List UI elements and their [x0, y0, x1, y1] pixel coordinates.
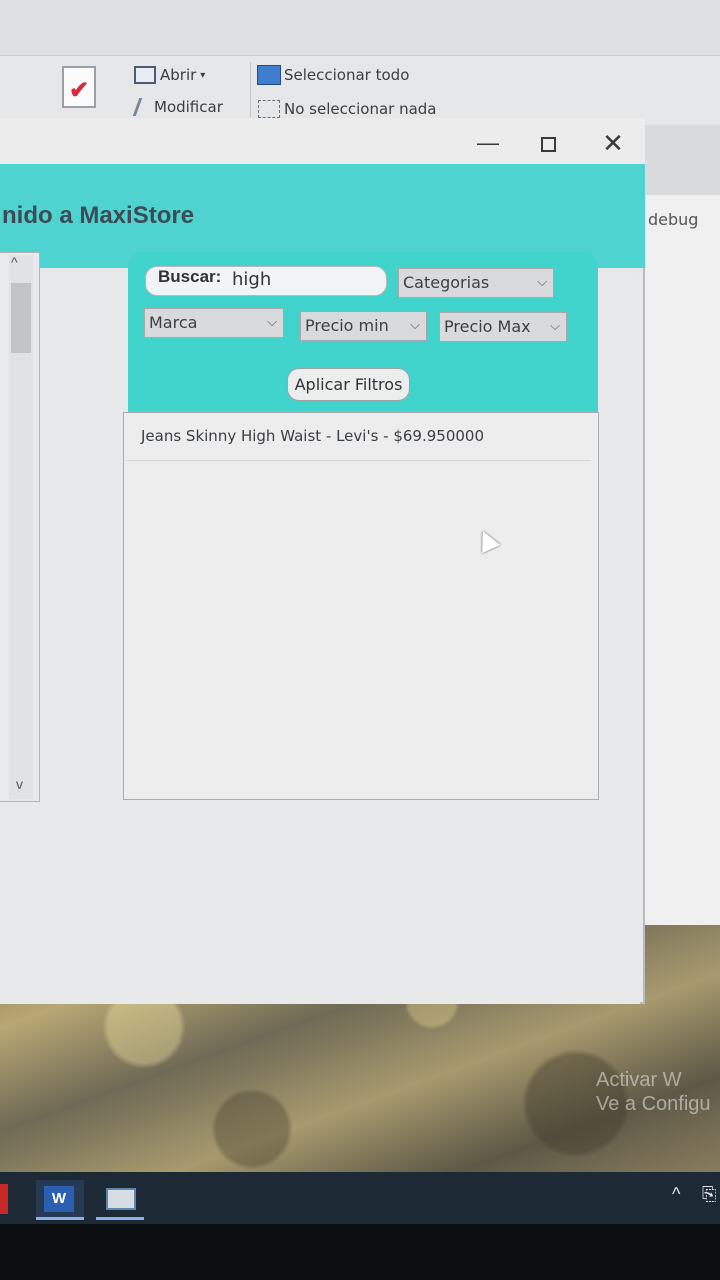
ribbon-top-strip [0, 0, 720, 56]
debug-folder-label[interactable]: debug [648, 210, 698, 229]
modify-button[interactable]: Modificar [132, 98, 223, 116]
price-max-select[interactable]: Precio Max ⌵ [439, 312, 567, 342]
select-none-button[interactable]: No seleccionar nada [258, 100, 437, 118]
show-hidden-icons-chevron-icon[interactable]: ^ [672, 1184, 680, 1205]
screen-bezel [0, 1224, 720, 1280]
results-list[interactable]: Jeans Skinny High Waist - Levi's - $69.9… [123, 412, 599, 800]
select-all-label: Seleccionar todo [284, 66, 410, 84]
edit-icon [132, 98, 154, 116]
open-label: Abrir [160, 66, 197, 84]
open-button[interactable]: Abrir ▾ [134, 66, 205, 84]
select-all-icon [257, 65, 281, 85]
select-none-icon [258, 100, 280, 118]
taskbar-app-icon[interactable] [0, 1184, 8, 1214]
chevron-down-icon: ⌵ [410, 318, 420, 333]
brand-select-value: Marca [149, 313, 198, 332]
word-icon: W [44, 1186, 74, 1212]
chevron-down-icon: ⌵ [267, 315, 277, 330]
window-app-icon [106, 1188, 136, 1210]
app-taskbar-button[interactable] [96, 1180, 144, 1220]
search-value[interactable]: high [232, 269, 271, 290]
categories-select[interactable]: Categorias ⌵ [398, 268, 554, 298]
welcome-title: nido a MaxiStore [2, 202, 195, 229]
scrollbar-thumb[interactable] [11, 283, 31, 353]
scroll-up-icon[interactable]: ^ [11, 254, 18, 270]
price-max-select-value: Precio Max [444, 317, 531, 336]
minimize-button[interactable]: — [465, 126, 511, 160]
select-none-label: No seleccionar nada [284, 100, 437, 118]
tray-icon[interactable]: ⎘ [702, 1184, 716, 1205]
price-min-select[interactable]: Precio min ⌵ [300, 311, 427, 341]
brand-select[interactable]: Marca ⌵ [144, 308, 284, 338]
search-label: Buscar: [158, 267, 222, 286]
price-min-select-value: Precio min [305, 316, 389, 335]
chevron-down-icon: ⌵ [550, 319, 560, 334]
close-button[interactable]: ✕ [590, 126, 636, 160]
maximize-button[interactable] [525, 126, 571, 160]
chevron-down-icon: ▾ [200, 69, 206, 81]
modify-label: Modificar [154, 98, 223, 116]
apply-filters-button[interactable]: Aplicar Filtros [287, 368, 410, 401]
explorer-ribbon: ✔ Abrir ▾ Modificar Seleccionar todo No … [0, 0, 720, 125]
properties-check-icon[interactable]: ✔ [62, 66, 96, 108]
select-all-button[interactable]: Seleccionar todo [257, 65, 410, 85]
activate-windows-watermark: Activar W Ve a Configu [596, 1069, 711, 1115]
word-taskbar-button[interactable]: W [36, 1180, 84, 1220]
maximize-icon [540, 136, 556, 152]
list-item[interactable]: Jeans Skinny High Waist - Levi's - $69.9… [125, 413, 591, 461]
chevron-down-icon: ⌵ [537, 275, 547, 290]
scroll-down-icon[interactable]: v [16, 776, 23, 792]
open-icon [134, 66, 156, 84]
categories-select-value: Categorias [403, 273, 490, 292]
ribbon-divider [250, 62, 251, 118]
